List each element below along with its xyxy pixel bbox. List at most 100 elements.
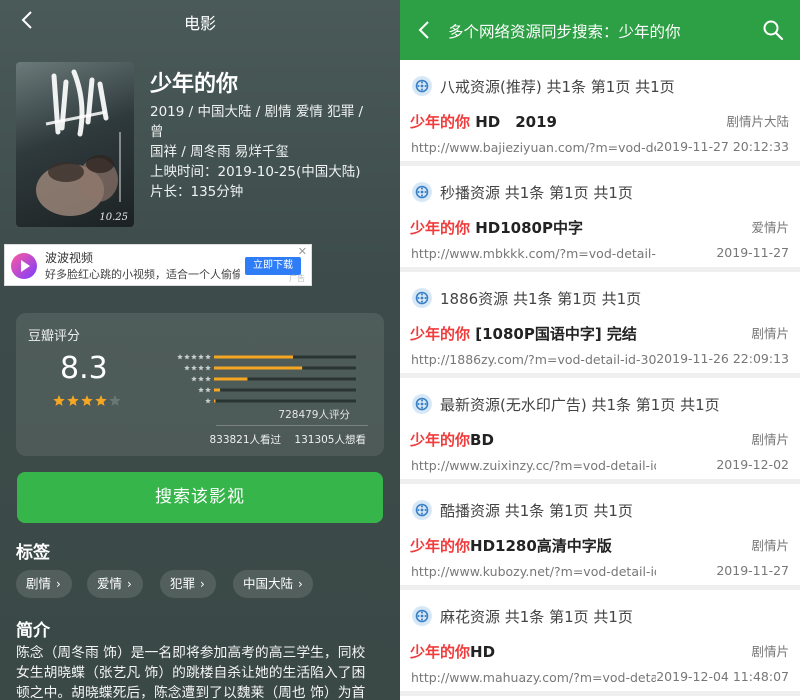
result-item[interactable]: 八戒资源(推荐) 共1条 第1页 共1页 少年的你 HD 2019 剧情片大陆 … xyxy=(400,60,800,166)
rating-count: 728479人评分 xyxy=(278,409,350,421)
result-url[interactable]: http://www.kubozy.net/?m=vod-detail-id-3… xyxy=(411,564,656,579)
source-name: 最新资源(无水印广告) 共1条 第1页 共1页 xyxy=(440,396,720,414)
rating-stars xyxy=(53,395,121,406)
star-icon xyxy=(184,354,190,360)
result-item[interactable]: 1886资源 共1条 第1页 共1页 少年的你 [1080P国语中字] 完结 剧… xyxy=(400,272,800,378)
rating-bar-fill xyxy=(214,366,303,370)
result-url[interactable]: http://www.mbkkk.com/?m=vod-detail-id-16… xyxy=(411,246,656,261)
star-icon xyxy=(198,376,204,382)
movie-info: 2019 / 中国大陆 / 剧情 爱情 犯罪 / 曾 国祥 / 周冬雨 易烊千玺… xyxy=(150,102,380,202)
movie-info-line: 2019 / 中国大陆 / 剧情 爱情 犯罪 / 曾 xyxy=(150,104,364,140)
tag-chip[interactable]: 犯罪 › xyxy=(160,570,216,598)
star-icon xyxy=(205,354,211,360)
header-title: 电影 xyxy=(183,14,216,33)
film-reel-icon xyxy=(412,500,432,520)
results-header: 多个网络资源同步搜索：少年的你 xyxy=(400,0,800,60)
result-date: 2019-12-04 11:48:07 xyxy=(656,669,789,684)
result-genre: 剧情片大陆 xyxy=(726,114,789,129)
result-title[interactable]: 少年的你 HD 2019 xyxy=(410,111,557,133)
star-icon xyxy=(81,395,93,406)
result-title[interactable]: 少年的你 HD1080P中字 xyxy=(410,217,583,239)
result-genre: 剧情片 xyxy=(751,326,789,341)
movie-detail-pane: 电影 10.25 少年的你 2019 / 中国大陆 / 剧情 爱情 犯罪 / 曾… xyxy=(0,0,400,700)
chevron-right-icon: › xyxy=(298,577,303,591)
search-movie-button[interactable]: 搜索该影视 xyxy=(17,472,383,523)
poster-date: 10.25 xyxy=(99,212,128,223)
tag-chip[interactable]: 中国大陆 › xyxy=(233,570,313,598)
back-arrow-icon[interactable] xyxy=(414,19,436,41)
result-url[interactable]: http://www.mahuazy.com/?m=vod-detail-id-… xyxy=(411,670,656,685)
film-reel-icon xyxy=(412,606,432,626)
rating-score: 8.3 xyxy=(60,351,108,386)
result-url[interactable]: http://www.zuixinzy.cc/?m=vod-detail-id-… xyxy=(411,458,656,473)
result-date: 2019-11-26 22:09:13 xyxy=(656,351,789,366)
douban-rating-card: 豆瓣评分 8.3 728479人评分 833821人看过 131305人想看 xyxy=(16,313,384,456)
chevron-right-icon: › xyxy=(200,577,205,591)
search-results-pane: 多个网络资源同步搜索：少年的你 八戒资源(推荐) 共1条 第1页 共1页 少年的… xyxy=(400,0,800,700)
star-icon xyxy=(198,365,204,371)
result-item[interactable]: 最新资源(无水印广告) 共1条 第1页 共1页 少年的你BD 剧情片 http:… xyxy=(400,378,800,484)
divider xyxy=(216,425,368,426)
result-date: 2019-12-02 xyxy=(716,457,789,472)
result-title[interactable]: 少年的你HD1280高清中字版 xyxy=(410,535,612,557)
movie-runtime: 片长：135分钟 xyxy=(150,184,244,200)
rating-bar-fill xyxy=(214,399,216,403)
star-icon xyxy=(109,395,121,406)
star-icon xyxy=(53,395,65,406)
rating-bar-track xyxy=(214,399,356,403)
intro-heading: 简介 xyxy=(16,621,50,641)
result-url[interactable]: http://1886zy.com/?m=vod-detail-id-30642… xyxy=(411,352,656,367)
result-date: 2019-11-27 xyxy=(716,245,789,260)
source-name: 麻花资源 共1条 第1页 共1页 xyxy=(440,608,633,626)
source-name: 酷播资源 共1条 第1页 共1页 xyxy=(440,502,633,520)
result-title[interactable]: 少年的你 [1080P国语中字] 完结 xyxy=(410,323,637,345)
search-icon[interactable] xyxy=(762,19,784,41)
star-icon xyxy=(177,354,183,360)
tag-chip[interactable]: 剧情 › xyxy=(16,570,72,598)
detail-header: 电影 xyxy=(0,0,400,40)
film-reel-icon xyxy=(412,394,432,414)
star-icon xyxy=(198,387,204,393)
poster-art xyxy=(36,69,121,216)
result-url[interactable]: http://www.bajieziyuan.com/?m=vod-detail… xyxy=(411,140,656,155)
movie-poster[interactable]: 10.25 xyxy=(16,62,134,227)
film-reel-icon xyxy=(412,76,432,96)
rating-distribution xyxy=(177,354,356,404)
rating-bar-track xyxy=(214,388,356,392)
star-icon xyxy=(205,376,211,382)
chevron-right-icon: › xyxy=(127,577,132,591)
rating-bar-fill xyxy=(214,355,294,359)
star-icon xyxy=(67,395,79,406)
ad-banner[interactable]: 波波视频 好多脸红心跳的小视频，适合一个人偷偷... 立即下载 ✕ 广告 xyxy=(4,244,312,286)
film-reel-icon xyxy=(412,182,432,202)
result-item[interactable]: 麻花资源 共1条 第1页 共1页 少年的你HD 剧情片 http://www.m… xyxy=(400,590,800,696)
result-title[interactable]: 少年的你BD xyxy=(410,429,494,451)
result-item[interactable]: 酷播资源 共1条 第1页 共1页 少年的你HD1280高清中字版 剧情片 htt… xyxy=(400,484,800,590)
result-item[interactable]: 秒播资源 共1条 第1页 共1页 少年的你 HD1080P中字 爱情片 http… xyxy=(400,166,800,272)
film-reel-icon xyxy=(412,288,432,308)
result-date: 2019-11-27 xyxy=(716,563,789,578)
star-icon xyxy=(191,354,197,360)
want-count: 131305人想看 xyxy=(294,434,366,446)
star-icon xyxy=(184,365,190,371)
tag-chip[interactable]: 爱情 › xyxy=(87,570,143,598)
star-icon xyxy=(191,365,197,371)
results-title: 多个网络资源同步搜索：少年的你 xyxy=(448,23,681,41)
watched-count: 833821人看过 xyxy=(209,434,282,446)
ad-label: 广告 xyxy=(289,274,305,283)
result-date: 2019-11-27 20:12:33 xyxy=(656,139,789,154)
result-title[interactable]: 少年的你HD xyxy=(410,641,495,663)
star-icon xyxy=(191,376,197,382)
star-icon xyxy=(95,395,107,406)
source-name: 八戒资源(推荐) 共1条 第1页 共1页 xyxy=(440,78,675,96)
rating-bar-fill xyxy=(214,388,221,392)
tags-heading: 标签 xyxy=(16,543,50,563)
close-icon[interactable]: ✕ xyxy=(298,245,307,258)
source-name: 秒播资源 共1条 第1页 共1页 xyxy=(440,184,633,202)
result-genre: 爱情片 xyxy=(751,220,789,235)
video-app-icon xyxy=(11,253,37,279)
star-icon xyxy=(198,354,204,360)
watch-stats: 833821人看过 131305人想看 xyxy=(209,432,366,447)
result-genre: 剧情片 xyxy=(751,538,789,553)
rating-label: 豆瓣评分 xyxy=(28,329,81,344)
